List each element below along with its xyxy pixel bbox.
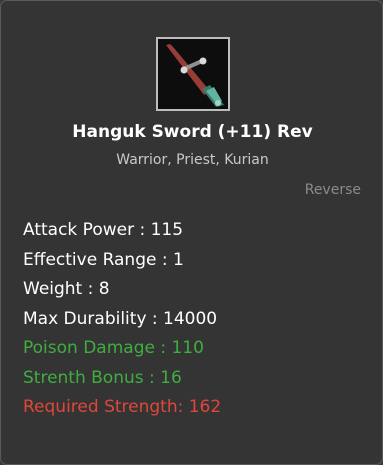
stat-effective-range: Effective Range : 1 bbox=[23, 249, 184, 270]
sword-icon bbox=[158, 39, 228, 109]
item-icon-frame bbox=[156, 37, 230, 111]
stat-required-strength: Required Strength: 162 bbox=[23, 397, 222, 417]
stat-strength-bonus: Strenth Bonus : 16 bbox=[23, 367, 182, 388]
item-classes: Warrior, Priest, Kurian bbox=[116, 152, 269, 168]
item-name: Hanguk Sword (+11) Rev bbox=[72, 122, 313, 142]
stats-list: Attack Power : 115 Effective Range : 1 W… bbox=[23, 216, 221, 423]
stat-attack-power: Attack Power : 115 bbox=[23, 220, 184, 240]
item-type-label: Reverse bbox=[304, 182, 361, 198]
stat-weight: Weight : 8 bbox=[23, 279, 110, 299]
item-tooltip: Hanguk Sword (+11) Rev Warrior, Priest, … bbox=[0, 0, 383, 465]
stat-max-durability: Max Durability : 14000 bbox=[23, 308, 218, 329]
stat-poison-damage: Poison Damage : 110 bbox=[23, 338, 204, 358]
